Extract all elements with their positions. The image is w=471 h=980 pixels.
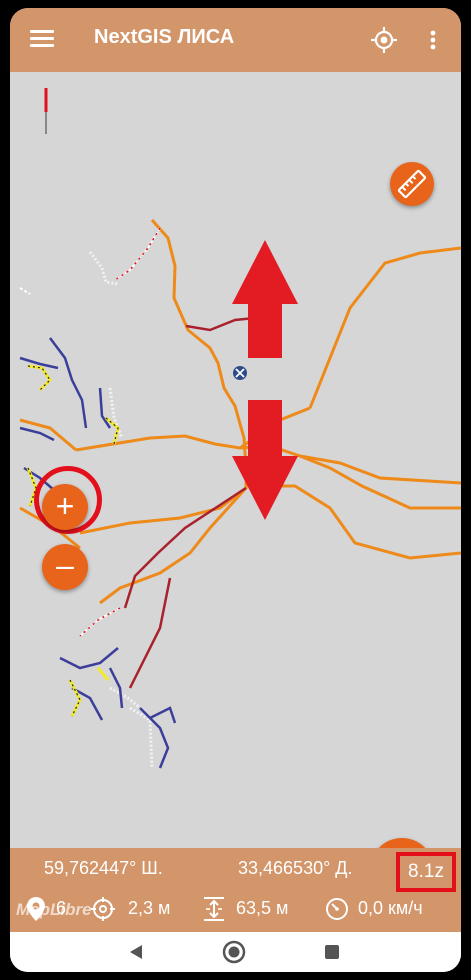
altitude-icon: [204, 897, 224, 921]
app-screen: NextGIS ЛИСА + – 59,762447° Ш. 33,466530…: [10, 8, 461, 972]
accuracy-crosshair-icon: [91, 897, 115, 921]
app-title: NextGIS ЛИСА: [94, 26, 235, 48]
longitude-value: 33,466530° Д.: [238, 858, 353, 878]
back-icon[interactable]: [128, 944, 144, 960]
status-panel: 59,762447° Ш. 33,466530° Д. 8.1z MapLibr…: [10, 848, 461, 932]
map-view[interactable]: + – +: [10, 72, 461, 902]
ruler-icon: [397, 169, 427, 199]
altitude-value: 63,5 м: [236, 898, 289, 918]
zoom-in-button[interactable]: +: [42, 484, 88, 530]
speedometer-icon: [326, 898, 348, 920]
zoom-out-button[interactable]: –: [42, 544, 88, 590]
crosshair-locate-icon[interactable]: [370, 26, 398, 54]
ruler-button[interactable]: [390, 162, 434, 206]
system-navigation-bar: [10, 932, 461, 972]
latitude-value: 59,762447° Ш.: [44, 858, 163, 878]
accuracy-value: 2,3 м: [128, 898, 171, 918]
home-icon[interactable]: [222, 940, 246, 964]
satellites-count: 6: [56, 898, 67, 918]
speed-value: 0,0 км/ч: [358, 898, 423, 918]
more-vert-icon[interactable]: [430, 30, 436, 50]
recents-icon[interactable]: [324, 944, 340, 960]
zoom-level: 8.1z: [396, 852, 456, 892]
minus-icon: –: [56, 547, 74, 583]
hamburger-menu-icon[interactable]: [30, 30, 54, 48]
plus-icon: +: [55, 488, 75, 524]
maplibre-logo: MapLibre: [16, 900, 92, 919]
app-bar: NextGIS ЛИСА: [10, 8, 461, 72]
